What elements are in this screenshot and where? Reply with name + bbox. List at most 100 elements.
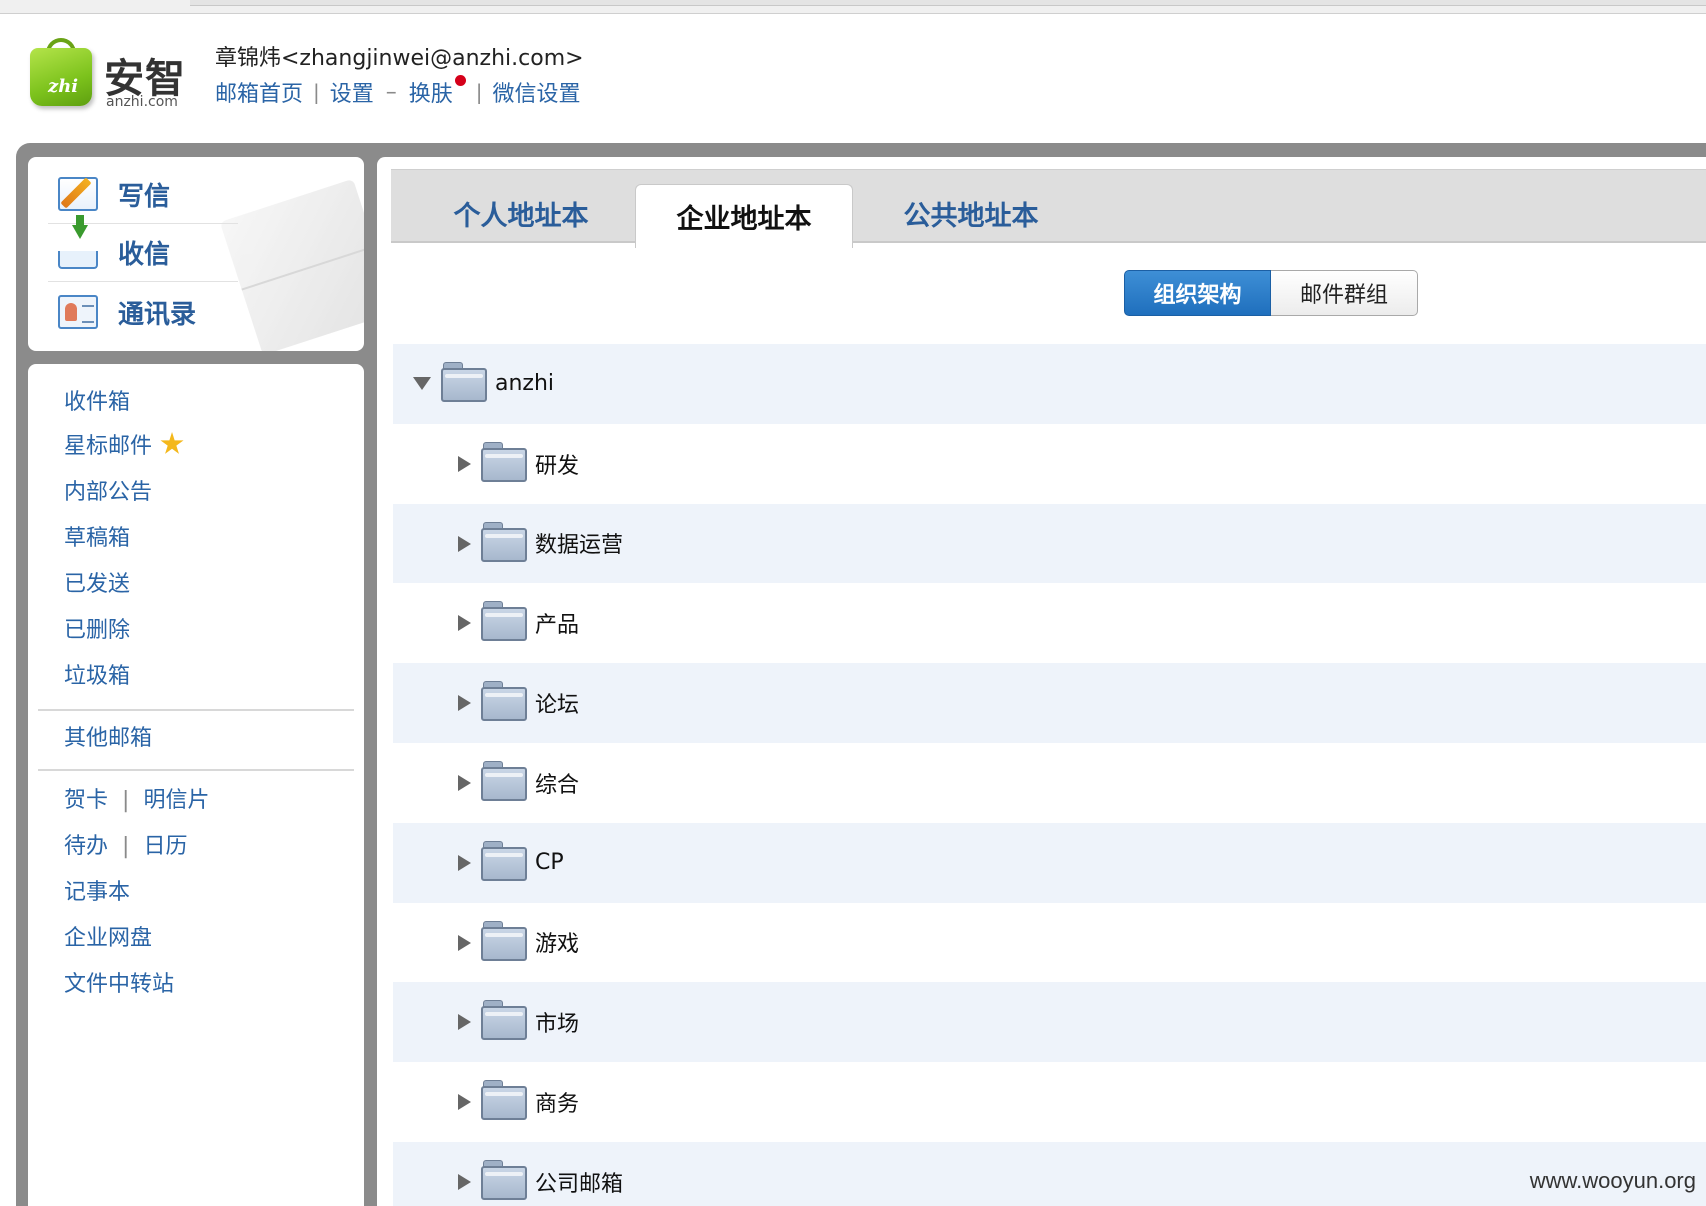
nav-dash: – <box>385 79 397 105</box>
tree-row[interactable]: 综合 <box>393 743 1706 823</box>
folder-icon <box>481 1080 527 1121</box>
write-mail-button[interactable]: 写信 <box>58 169 170 219</box>
tree-node-label: 商务 <box>535 1092 580 1118</box>
folder-icon <box>481 920 527 961</box>
sidebar-item-other-mailbox[interactable]: 其他邮箱 <box>64 720 152 752</box>
expand-arrow-icon[interactable] <box>458 615 471 632</box>
expand-arrow-icon[interactable] <box>458 774 471 791</box>
header-nav: 邮箱首页 | 设置 – 换肤 | 微信设置 <box>215 74 581 108</box>
address-book-tabs: 个人地址本 企业地址本 公共地址本 <box>391 169 1706 248</box>
tree-node-label: 公司邮箱 <box>535 1171 624 1197</box>
folder-icon <box>481 1000 527 1041</box>
tree-row[interactable]: 数据运营 <box>393 503 1706 584</box>
sidebar-divider <box>38 709 354 711</box>
sidebar-separator: | <box>122 788 130 813</box>
expand-arrow-icon[interactable] <box>458 535 471 552</box>
star-icon <box>160 432 184 454</box>
new-badge-dot <box>454 74 466 86</box>
expand-arrow-icon[interactable] <box>458 1014 471 1031</box>
sidebar-item-enterprise-disk[interactable]: 企业网盘 <box>64 920 152 952</box>
mailbox-home-link[interactable]: 邮箱首页 <box>215 76 303 108</box>
tree-node-label: CP <box>535 850 564 876</box>
tab-personal[interactable]: 个人地址本 <box>421 180 621 246</box>
nav-separator: | <box>475 80 483 104</box>
tree-row[interactable]: 游戏 <box>393 903 1706 983</box>
nav-separator: | <box>313 80 320 104</box>
tab-company[interactable]: 企业地址本 <box>635 184 853 248</box>
folder-icon <box>481 601 527 642</box>
tree-node-label: 产品 <box>535 613 580 639</box>
tree-row[interactable]: 商务 <box>393 1062 1706 1142</box>
tree-node-label: 市场 <box>535 1012 580 1038</box>
tree-row[interactable]: 产品 <box>393 583 1706 663</box>
sidebar-item-todo[interactable]: 待办 <box>64 834 108 859</box>
wechat-settings-link[interactable]: 微信设置 <box>493 76 581 108</box>
tree-row-root[interactable]: anzhi <box>393 344 1706 424</box>
logo-mark: zhi <box>48 76 79 97</box>
tree-row[interactable]: 公司邮箱 <box>393 1141 1706 1206</box>
user-identity: 章锦炜<zhangjinwei@anzhi.com> <box>215 46 584 71</box>
sidebar-divider <box>38 769 354 771</box>
logo-domain: anzhi.com <box>106 94 178 110</box>
sidebar-item-notice[interactable]: 内部公告 <box>64 474 152 506</box>
expand-arrow-icon[interactable] <box>458 1094 471 1111</box>
skin-link[interactable]: 换肤 <box>409 76 453 108</box>
tree-node-label: 游戏 <box>535 932 580 958</box>
sidebar-row-todo: 待办 | 日历 <box>64 828 187 860</box>
sidebar-item-greeting-card[interactable]: 贺卡 <box>64 788 108 813</box>
browser-top-edge <box>0 0 1706 14</box>
tab-public[interactable]: 公共地址本 <box>861 180 1081 246</box>
tree-row[interactable]: 研发 <box>393 424 1706 504</box>
expand-arrow-icon[interactable] <box>458 854 471 871</box>
org-structure-button[interactable]: 组织架构 <box>1124 270 1271 316</box>
sidebar-separator: | <box>122 834 130 859</box>
contact-card-icon <box>58 295 98 329</box>
receive-mail-label: 收信 <box>118 239 171 270</box>
sidebar-item-spam[interactable]: 垃圾箱 <box>64 658 130 690</box>
sidebar-item-starred[interactable]: 星标邮件 <box>64 428 184 460</box>
tree-node-label: 数据运营 <box>535 533 624 559</box>
sidebar-item-sent[interactable]: 已发送 <box>64 566 130 598</box>
tree-row[interactable]: CP <box>393 822 1706 903</box>
settings-link[interactable]: 设置 <box>330 76 374 108</box>
folder-sidebar: 收件箱 星标邮件 内部公告 草稿箱 已发送 已删除 垃圾箱 其他邮箱 贺卡 | 明信… <box>28 364 364 1206</box>
sidebar-item-inbox[interactable]: 收件箱 <box>64 384 130 416</box>
address-book-panel: 个人地址本 企业地址本 公共地址本 组织架构 邮件群组 anzhi 研发数据运营… <box>377 157 1706 1206</box>
tree-node-label: 论坛 <box>535 693 580 719</box>
expand-arrow-icon[interactable] <box>458 1173 471 1190</box>
expand-arrow-icon[interactable] <box>458 455 471 472</box>
sidebar-item-drafts[interactable]: 草稿箱 <box>64 520 130 552</box>
folder-icon <box>481 681 527 722</box>
horizontal-scrollbar[interactable] <box>190 0 1706 6</box>
envelope-decoration-icon <box>219 178 364 351</box>
tree-node-label: 研发 <box>535 453 580 479</box>
contacts-button[interactable]: 通讯录 <box>58 287 196 337</box>
watermark: www.wooyun.org <box>1529 1168 1696 1193</box>
expand-arrow-icon[interactable] <box>458 695 471 712</box>
collapse-arrow-icon[interactable] <box>413 377 431 390</box>
sidebar-item-calendar[interactable]: 日历 <box>143 834 187 859</box>
sidebar-item-postcard[interactable]: 明信片 <box>143 788 209 813</box>
view-toggle: 组织架构 邮件群组 <box>1124 270 1418 316</box>
contacts-label: 通讯录 <box>118 299 197 330</box>
tree-row[interactable]: 论坛 <box>393 663 1706 743</box>
receive-mail-button[interactable]: 收信 <box>58 215 171 277</box>
write-mail-label: 写信 <box>118 181 171 212</box>
expand-arrow-icon[interactable] <box>458 934 471 951</box>
sidebar-item-notes[interactable]: 记事本 <box>64 874 130 906</box>
download-tray-icon <box>58 215 98 269</box>
mail-groups-button[interactable]: 邮件群组 <box>1271 270 1418 316</box>
sidebar-item-file-transfer[interactable]: 文件中转站 <box>64 966 174 998</box>
sidebar-item-label: 星标邮件 <box>64 434 153 459</box>
sidebar-item-deleted[interactable]: 已删除 <box>64 612 130 644</box>
pencil-icon <box>58 177 98 211</box>
compose-panel: 写信 收信 通讯录 <box>28 157 364 351</box>
sidebar-row-cards: 贺卡 | 明信片 <box>64 782 209 814</box>
folder-icon <box>481 521 527 562</box>
tree-row[interactable]: 市场 <box>393 982 1706 1063</box>
anzhi-logo[interactable]: zhi 安智 anzhi.com <box>26 38 186 110</box>
folder-icon <box>481 760 527 801</box>
compose-divider <box>48 281 238 282</box>
org-tree: anzhi 研发数据运营产品论坛综合 CP 游戏市场商务公司邮箱 <box>393 344 1706 1206</box>
tree-node-label: 综合 <box>535 772 580 798</box>
